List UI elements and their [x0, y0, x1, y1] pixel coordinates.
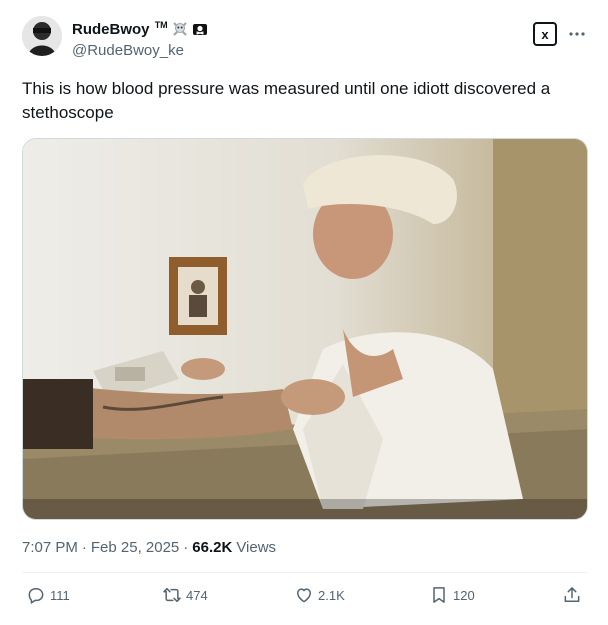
tweet-meta: 7:07 PM · Feb 25, 2025 · 66.2K Views [22, 539, 276, 556]
meta-separator-2: · [183, 539, 189, 556]
like-button[interactable]: 2.1K [294, 585, 345, 605]
author-display-name[interactable]: RudeBwoy TM [72, 20, 168, 38]
divider [22, 572, 588, 573]
reply-count: 111 [50, 587, 70, 603]
tweet-actions: 111 474 2.1K 120 [22, 585, 588, 611]
grok-icon: x [541, 26, 549, 42]
heart-icon [297, 588, 311, 603]
trademark-mark: TM [154, 20, 168, 30]
tweet-media[interactable] [22, 138, 588, 520]
avatar[interactable] [22, 16, 62, 56]
tweet-time[interactable]: 7:07 PM [22, 539, 78, 556]
bookmark-count: 120 [453, 587, 475, 603]
author-handle[interactable]: @RudeBwoy_ke [72, 42, 184, 59]
views-label: Views [236, 539, 277, 556]
skull-crossbones-icon [172, 22, 187, 36]
tweet-text: This is how blood pressure was measured … [22, 79, 551, 122]
pirate-flag-icon [192, 24, 207, 35]
media-video-still [23, 139, 587, 519]
repost-button[interactable]: 474 [162, 585, 208, 605]
reply-icon [28, 588, 44, 604]
share-icon [564, 587, 580, 602]
bookmark-button[interactable]: 120 [429, 585, 475, 605]
more-horizontal-icon[interactable] [566, 26, 588, 42]
reply-button[interactable]: 111 [26, 585, 70, 605]
views-count: 66.2K [192, 539, 233, 556]
meta-separator: · [81, 539, 87, 556]
avatar-image [22, 16, 62, 56]
repost-count: 474 [186, 587, 208, 603]
bookmark-icon [433, 587, 445, 603]
like-count: 2.1K [318, 587, 345, 603]
repost-icon [163, 588, 181, 602]
share-button[interactable] [562, 585, 582, 605]
grok-button[interactable]: x [533, 22, 557, 46]
tweet-date[interactable]: Feb 25, 2025 [91, 539, 179, 556]
author-name-row[interactable]: RudeBwoy TM [72, 20, 208, 38]
author-display-name-text: RudeBwoy [72, 21, 150, 38]
